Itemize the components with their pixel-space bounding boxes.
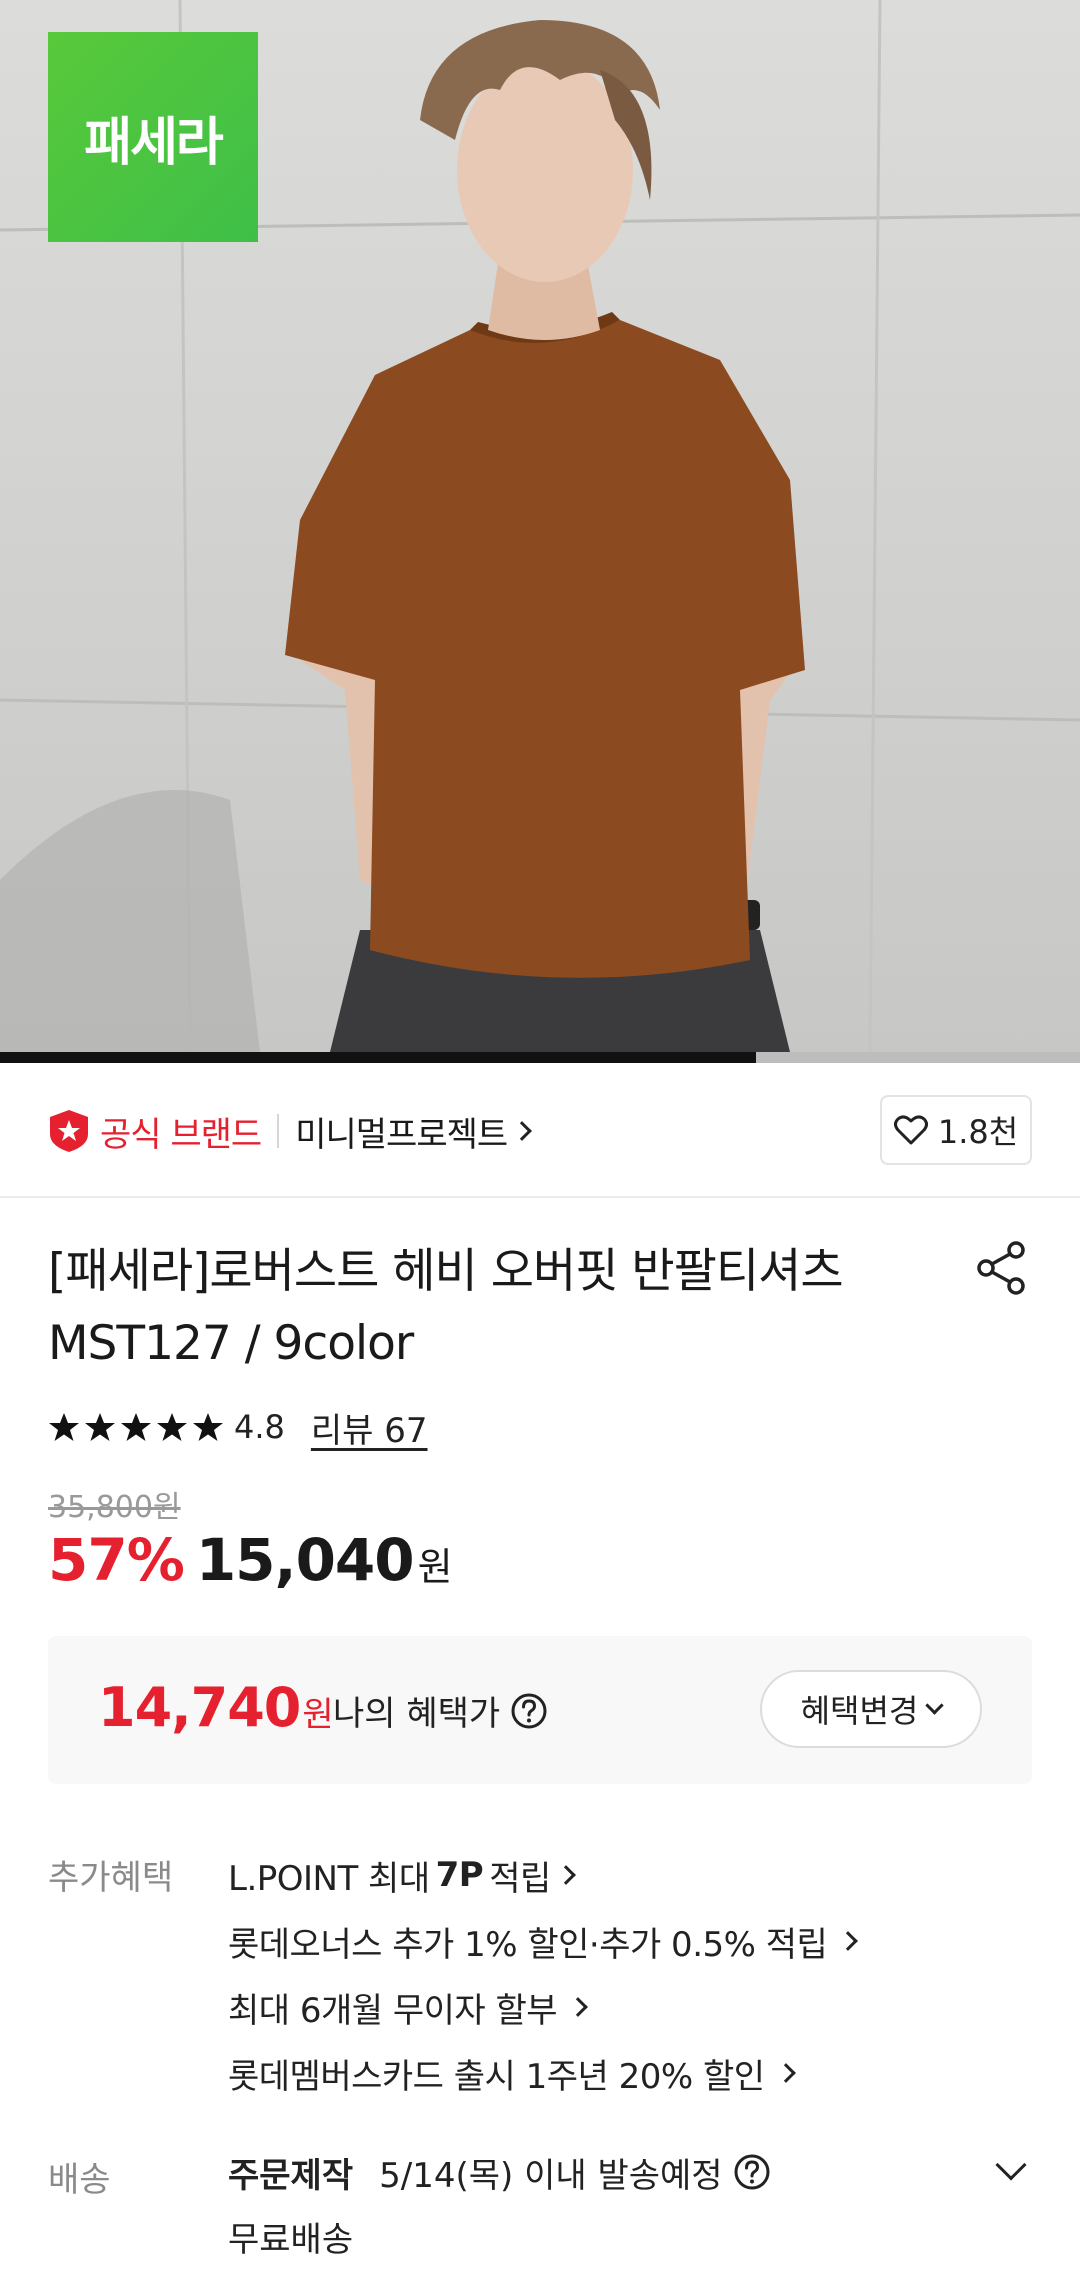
heart-icon bbox=[893, 1115, 928, 1145]
benefit-item-lotte-owners[interactable]: 롯데오너스 추가 1% 할인·추가 0.5% 적립 bbox=[228, 1908, 859, 1974]
official-brand-label: 공식 브랜드 bbox=[100, 1114, 262, 1155]
change-benefit-button[interactable]: 혜택변경 bbox=[760, 1670, 982, 1748]
share-icon[interactable] bbox=[974, 1240, 1030, 1296]
shipping-label: 배송 bbox=[48, 2160, 111, 2200]
benefit-item-text: 최대 6개월 무이자 할부 bbox=[228, 1990, 558, 2031]
divider bbox=[277, 1114, 280, 1148]
benefit-price: 14,740 원 bbox=[98, 1676, 334, 1739]
product-title-line-1: [패세라]로버스트 헤비 오버핏 반팔티셔츠 bbox=[48, 1244, 844, 1299]
product-image[interactable]: 패세라 bbox=[0, 0, 1080, 1052]
change-benefit-label: 혜택변경 bbox=[800, 1692, 919, 1730]
price-row: 57% 15,040 원 bbox=[48, 1526, 453, 1598]
chevron-down-icon bbox=[925, 1695, 945, 1715]
benefit-item-suffix: 적립 bbox=[489, 1858, 551, 1899]
discount-rate: 57% bbox=[48, 1526, 185, 1594]
image-carousel-progress bbox=[0, 1052, 1080, 1063]
my-benefit-price-box: 14,740 원 나의 혜택가 혜택변경 bbox=[48, 1636, 1032, 1784]
rating-stars bbox=[48, 1412, 224, 1442]
benefit-item-bold: 7P bbox=[435, 1855, 484, 1895]
chevron-right-icon[interactable] bbox=[512, 1121, 533, 1141]
chevron-right-icon bbox=[775, 2063, 796, 2083]
product-title-line-2: MST127 / 9color bbox=[48, 1316, 414, 1371]
help-icon[interactable] bbox=[510, 1692, 548, 1730]
chevron-down-icon[interactable] bbox=[995, 2149, 1027, 2181]
rating-row: 4.8 리뷰 67 bbox=[48, 1402, 428, 1452]
image-carousel-progress-fill bbox=[0, 1052, 756, 1063]
review-link[interactable]: 리뷰 67 bbox=[311, 1403, 428, 1452]
benefit-item-text: L.POINT 최대 bbox=[228, 1858, 430, 1899]
price-unit: 원 bbox=[417, 1545, 453, 1589]
star-icon bbox=[49, 1413, 79, 1441]
shipping-date: 5/14(목) 이내 발송예정 bbox=[379, 2155, 723, 2196]
benefit-item-text: 롯데오너스 추가 1% 할인·추가 0.5% 적립 bbox=[228, 1924, 828, 1965]
rating-value: 4.8 bbox=[234, 1408, 285, 1446]
star-icon bbox=[193, 1413, 223, 1441]
benefit-price-value: 14,740 bbox=[98, 1676, 301, 1739]
benefit-item-installment[interactable]: 최대 6개월 무이자 할부 bbox=[228, 1974, 855, 2040]
help-icon[interactable] bbox=[733, 2153, 771, 2191]
wishlist-count: 1.8천 bbox=[937, 1113, 1019, 1151]
star-icon bbox=[157, 1413, 187, 1441]
chevron-right-icon bbox=[838, 1931, 859, 1951]
extra-benefits-list: L.POINT 최대 7P 적립 롯데오너스 추가 1% 할인·추가 0.5% … bbox=[228, 1842, 859, 2106]
sale-price: 15,040 bbox=[195, 1526, 415, 1594]
section-divider bbox=[0, 1196, 1080, 1198]
benefit-item-text: 롯데멤버스카드 출시 1주년 20% 할인 bbox=[228, 2056, 765, 2097]
brand-badge-text: 패세라 bbox=[84, 112, 224, 173]
benefit-label-text: 나의 혜택가 bbox=[333, 1694, 501, 1734]
extra-benefits-label: 추가혜택 bbox=[48, 1858, 174, 1898]
brand-badge: 패세라 bbox=[48, 32, 258, 242]
shipping-row[interactable]: 주문제작 5/14(목) 이내 발송예정 bbox=[228, 2144, 1032, 2200]
chevron-right-icon bbox=[568, 1997, 588, 2017]
benefit-price-unit: 원 bbox=[302, 1695, 334, 1735]
chevron-right-icon bbox=[555, 1865, 576, 1885]
benefit-label: 나의 혜택가 bbox=[333, 1686, 548, 1735]
wishlist-button[interactable]: 1.8천 bbox=[880, 1095, 1032, 1165]
star-icon bbox=[121, 1413, 151, 1441]
original-price: 35,800원 bbox=[48, 1490, 181, 1525]
benefit-item-card-discount[interactable]: 롯데멤버스카드 출시 1주년 20% 할인 bbox=[228, 2040, 855, 2106]
product-title: [패세라]로버스트 헤비 오버핏 반팔티셔츠 MST127 / 9color bbox=[48, 1236, 928, 1380]
brand-row: 공식 브랜드 미니멀프로젝트 1.8천 bbox=[48, 1095, 1032, 1167]
star-icon bbox=[85, 1413, 115, 1441]
official-brand-icon bbox=[50, 1110, 88, 1152]
free-shipping-text: 무료배송 bbox=[228, 2220, 354, 2260]
benefit-item-lpoint[interactable]: L.POINT 최대 7P 적립 bbox=[228, 1842, 855, 1908]
made-to-order-label: 주문제작 bbox=[228, 2155, 354, 2196]
store-name-link[interactable]: 미니멀프로젝트 bbox=[295, 1107, 508, 1156]
